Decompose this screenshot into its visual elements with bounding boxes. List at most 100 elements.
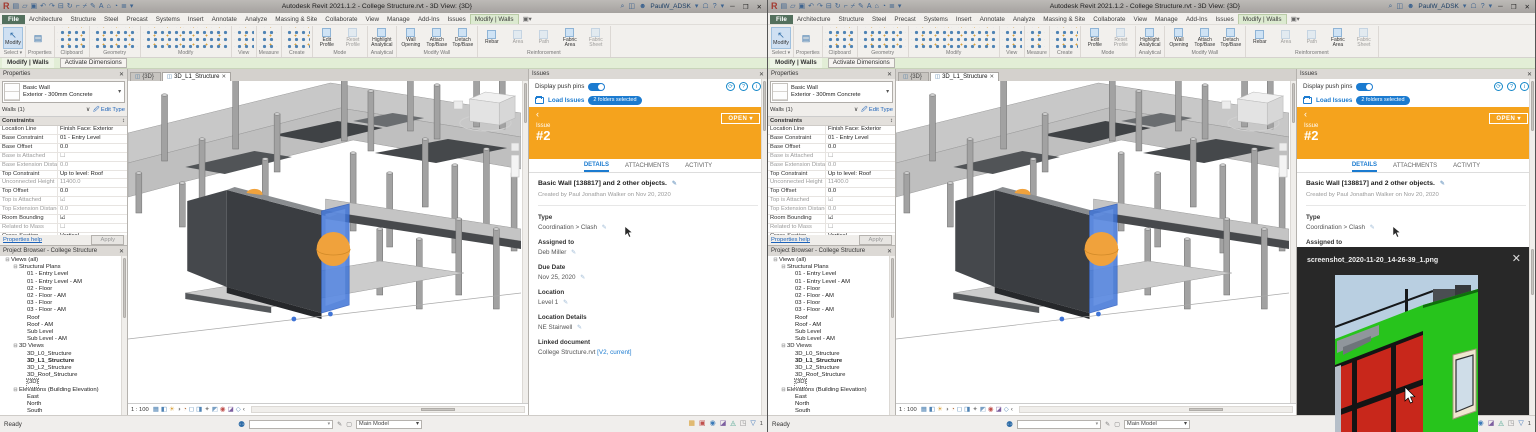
property-row[interactable]: Top is Attached ☑ xyxy=(0,197,127,207)
close-icon[interactable]: ✕ xyxy=(759,71,764,78)
text-icon[interactable]: A xyxy=(867,1,872,12)
text-icon[interactable]: A xyxy=(99,1,104,12)
close-button[interactable]: ✕ xyxy=(755,3,764,11)
tree-item[interactable]: 02 - Floor - AM xyxy=(0,293,127,300)
view-scale[interactable]: 1 : 100 xyxy=(131,407,149,413)
tree-item[interactable]: Roof xyxy=(768,315,895,322)
ribbon-tab[interactable]: Structure xyxy=(66,15,100,24)
tree-item[interactable]: 3D_L0_Structure xyxy=(0,351,127,358)
tree-item[interactable]: Roof - AM xyxy=(768,322,895,329)
properties-help-link[interactable]: Properties help xyxy=(3,237,42,243)
tool-icons-grid[interactable] xyxy=(233,27,254,49)
properties-button[interactable]: ▤ xyxy=(28,27,48,49)
attachment-image[interactable] xyxy=(1335,275,1478,432)
ribbon-tab[interactable]: Add-Ins xyxy=(414,15,444,24)
design-option-dropdown[interactable]: Main Model ▾ xyxy=(355,419,422,429)
tree-item[interactable]: 02 - Floor xyxy=(768,286,895,293)
tree-expand-icon[interactable] xyxy=(20,286,27,293)
restore-button[interactable]: ❐ xyxy=(741,3,751,11)
design-options-icon[interactable]: ▢ xyxy=(346,421,352,428)
print-icon[interactable]: ⊟ xyxy=(826,1,832,12)
apply-button[interactable]: Apply xyxy=(91,235,124,245)
close-button[interactable]: ✕ xyxy=(1523,3,1532,11)
property-row[interactable]: Location Line Finish Face: Exterior xyxy=(0,126,127,135)
ribbon-tab[interactable]: Modify | Walls xyxy=(1237,14,1287,24)
issue-tab[interactable]: ATTACHMENTS xyxy=(1393,159,1437,172)
property-row[interactable]: Base is Attached ☐ xyxy=(0,152,127,162)
user-dropdown-icon[interactable]: ▾ xyxy=(695,1,699,12)
tree-expand-icon[interactable] xyxy=(788,336,795,343)
tree-item[interactable]: {3D} xyxy=(0,378,127,388)
app-store-icon[interactable]: ☖ xyxy=(1470,1,1476,12)
user-dropdown-icon[interactable]: ▾ xyxy=(1463,1,1467,12)
reset-profile-button[interactable]: Reset Profile xyxy=(341,27,365,49)
ribbon-tab[interactable]: Add-Ins xyxy=(1182,15,1212,24)
reveal-hidden-icon[interactable]: ◉ xyxy=(988,405,994,415)
browser-scrollbar[interactable] xyxy=(121,256,127,415)
tree-expand-icon[interactable] xyxy=(20,293,27,300)
ribbon-tab[interactable]: View xyxy=(1130,15,1152,24)
issue-status-button[interactable]: OPEN ▾ xyxy=(721,113,760,124)
app-store-icon[interactable]: ☖ xyxy=(702,1,708,12)
displacement-icon[interactable]: ◇ xyxy=(1004,405,1009,415)
tree-item[interactable]: 3D_Roof_Structure xyxy=(768,372,895,379)
show-crop-icon[interactable]: ◨ xyxy=(196,405,202,415)
measure-icon[interactable]: ⌐ xyxy=(844,1,848,12)
default-3d-view-icon[interactable]: ⌂ xyxy=(106,1,110,12)
workset-dropdown[interactable]: ▾ xyxy=(1017,419,1102,429)
tree-expand-icon[interactable] xyxy=(788,286,795,293)
folders-selected-badge[interactable]: 2 folders selected xyxy=(588,96,642,105)
minimize-button[interactable]: ─ xyxy=(1496,3,1505,10)
aligned-dimension-icon[interactable]: ⌿ xyxy=(851,1,855,12)
wall-opening-button[interactable]: Wall Opening xyxy=(1167,27,1191,49)
ribbon-tab[interactable]: Massing & Site xyxy=(271,15,321,24)
property-row[interactable]: Base Extension Distan... 0.0 xyxy=(0,161,127,171)
fabric-sheet-button[interactable]: Fabric Sheet xyxy=(584,27,608,49)
edit-type-button[interactable]: 🖉 Edit Type xyxy=(93,105,125,115)
ribbon-tab[interactable]: Architecture xyxy=(25,15,67,24)
tree-item[interactable]: 01 - Entry Level - AM xyxy=(0,279,127,286)
apply-button[interactable]: Apply xyxy=(859,235,892,245)
tree-expand-icon[interactable] xyxy=(788,307,795,314)
exclude-options-icon[interactable]: ◳ xyxy=(1508,419,1515,429)
close-icon[interactable]: ✕ xyxy=(887,248,892,255)
temporary-view-properties-icon[interactable]: ◪ xyxy=(1488,419,1495,429)
tree-item[interactable]: North xyxy=(0,401,127,408)
tree-expand-icon[interactable] xyxy=(788,329,795,336)
push-pins-toggle[interactable] xyxy=(1356,82,1374,91)
properties-button[interactable]: ▤ xyxy=(796,27,816,49)
tree-item[interactable]: 03 - Floor xyxy=(768,300,895,307)
tree-expand-icon[interactable] xyxy=(20,329,27,336)
revit-logo[interactable]: R xyxy=(3,1,10,12)
design-options-icon[interactable]: ▢ xyxy=(1114,421,1120,428)
property-row[interactable]: Unconnected Height 11400.0 xyxy=(0,179,127,189)
tree-item[interactable]: North xyxy=(768,401,895,408)
view-tab[interactable]: ◫ 3D_L1_Structure ✕ xyxy=(929,72,1000,81)
open-icon[interactable]: ▱ xyxy=(790,1,795,12)
tree-item[interactable]: ⊟ 3D Views xyxy=(768,343,895,350)
rendering-icon[interactable]: ◔ xyxy=(951,405,955,415)
communication-center-icon[interactable]: ◫ xyxy=(1396,1,1403,12)
user-icon[interactable]: ☻ xyxy=(639,1,646,12)
selection-filter[interactable]: Walls (1) xyxy=(770,107,851,113)
save-icon[interactable]: ▣ xyxy=(799,1,806,12)
temporary-view-properties-icon[interactable]: ◪ xyxy=(996,405,1002,415)
rebar-button[interactable]: Rebar xyxy=(480,30,504,46)
analytical-model-icon[interactable]: ◬ xyxy=(1498,419,1503,429)
3d-model-view[interactable] xyxy=(896,81,1289,403)
tool-icons-grid[interactable] xyxy=(910,27,997,49)
ribbon-tab[interactable]: Steel xyxy=(868,15,890,24)
chevron-down-icon[interactable]: ∨ xyxy=(854,107,858,113)
property-row[interactable]: Base Extension Distan... 0.0 xyxy=(768,161,895,171)
section-constraints[interactable]: Constraints xyxy=(2,117,34,125)
tree-expand-icon[interactable] xyxy=(20,300,27,307)
detail-level-icon[interactable]: ▦ xyxy=(153,405,159,415)
info-circle-icon[interactable]: i xyxy=(752,82,761,91)
tree-item[interactable]: ⊟ Views (all) xyxy=(0,257,127,264)
worksets-icon[interactable]: ⚉ xyxy=(238,420,245,429)
view-tab[interactable]: ◫ {3D} xyxy=(130,72,161,81)
tree-item[interactable]: 01 - Entry Level - AM xyxy=(768,279,895,286)
refresh-icon[interactable]: ⟳ xyxy=(726,82,735,91)
tree-item[interactable]: 03 - Floor xyxy=(0,300,127,307)
tree-item[interactable]: 3D_L0_Structure xyxy=(768,351,895,358)
